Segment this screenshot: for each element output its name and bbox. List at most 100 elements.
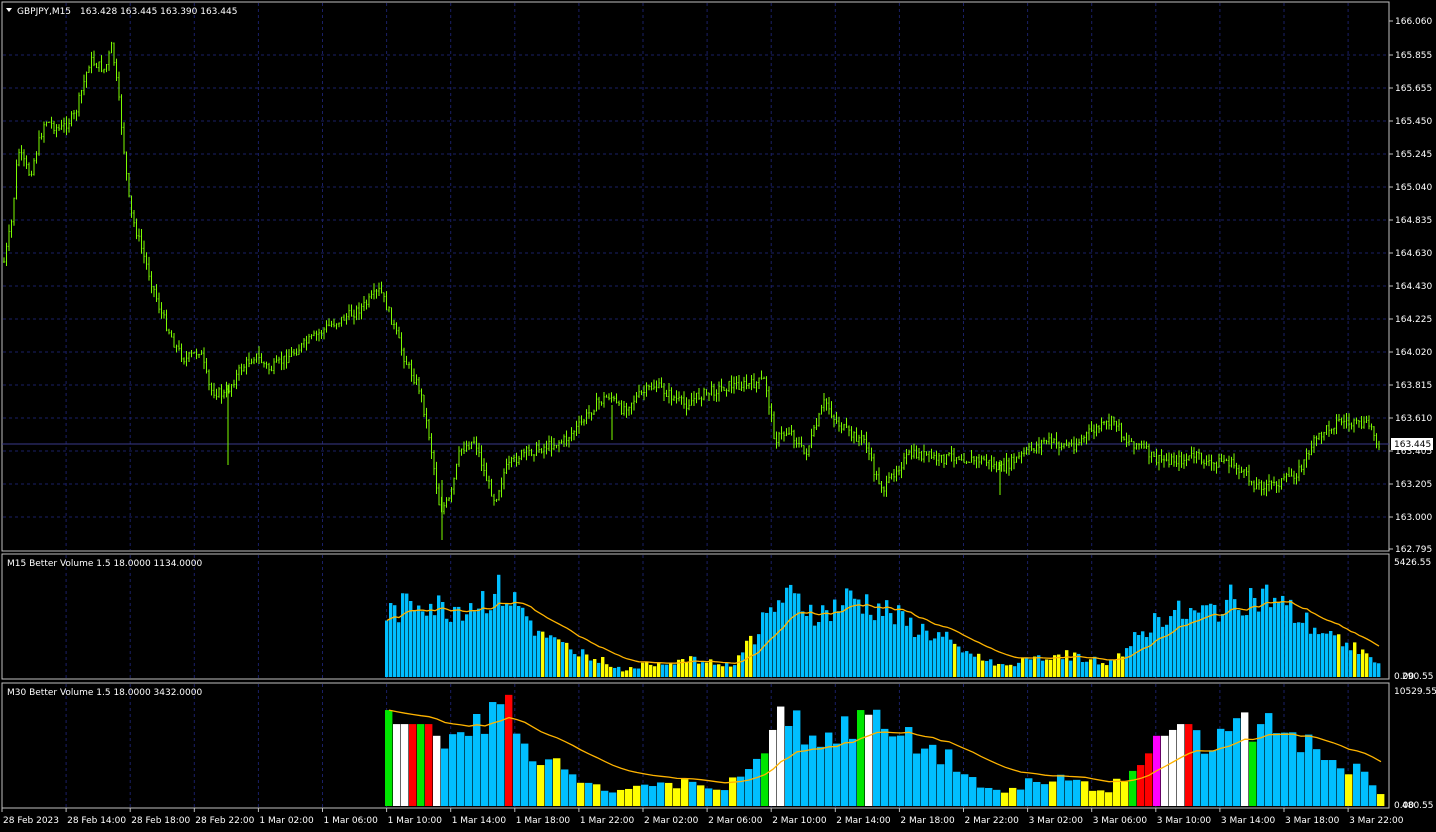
volume-bar [953,643,957,677]
volume-bar [1185,618,1189,677]
volume-bar [1273,597,1277,677]
volume-bar [969,653,973,677]
volume-bar [897,605,901,677]
volume-bar [1217,728,1225,806]
volume-bar [1273,733,1281,806]
volume-bar [425,724,433,806]
volume-bar [969,777,977,806]
price-tick-label: 164.835 [1395,216,1432,226]
volume-bar [941,636,945,677]
volume-bar [717,664,721,677]
volume-bar [469,603,473,677]
volume-bar [681,659,685,677]
symbol-label: GBPJPY,M15 [17,7,71,17]
volume-bar [385,620,389,677]
volume-bar [585,782,593,806]
volume-bar [993,665,997,677]
time-tick-label: 28 Feb 14:00 [67,816,126,826]
volume-bar [1249,741,1257,806]
volume-bar [1177,724,1185,806]
volume-bar [1193,730,1201,806]
volume-bar [577,782,585,806]
volume-bar [817,746,825,806]
volume-bar [1089,790,1097,806]
volume-bar [1269,607,1273,677]
volume-bar [1205,605,1209,677]
volume-bar [1293,622,1297,677]
m15-volume-panel[interactable]: M15 Better Volume 1.5 18.0000 1134.0000 [1,553,1390,680]
volume-bar [573,654,577,677]
terminal-canvas: GBPJPY,M15 163.428 163.445 163.390 163.4… [1,1,1436,826]
volume-bar [1297,622,1301,677]
volume-bar [929,640,933,677]
volume-bar [1033,656,1037,677]
volume-bar [777,600,781,677]
volume-bar [829,621,833,677]
volume-bar [841,605,845,677]
volume-bar [761,612,765,677]
m15-indicator-header: M15 Better Volume 1.5 18.0000 1134.0000 [7,559,202,569]
volume-bar [937,764,945,806]
volume-bar [853,598,857,677]
volume-bar [977,653,981,677]
volume-bar [793,710,801,806]
volume-bar [1113,660,1117,677]
volume-bar [817,622,821,677]
volume-bar [1305,612,1309,677]
volume-bar [1333,635,1337,677]
volume-bar [461,620,465,677]
volume-bar [945,631,949,677]
volume-bar [625,670,629,677]
volume-bar [473,611,477,677]
time-tick-label: 1 Mar 06:00 [324,816,379,826]
volume-bar [505,603,509,677]
volume-bar [1073,779,1081,806]
volume-bar [1261,588,1265,677]
main-price-chart[interactable]: GBPJPY,M15 163.428 163.445 163.390 163.4… [1,1,1390,552]
volume-bar [1061,659,1065,677]
volume-bar [693,656,697,677]
volume-bar [1169,616,1173,677]
time-tick-label: 1 Mar 10:00 [388,816,443,826]
volume-bar [1349,650,1353,677]
volume-bar [509,605,513,677]
volume-bar [557,639,561,677]
volume-bar [1165,624,1169,677]
volume-bar [1265,713,1273,806]
volume-bar [1113,778,1121,806]
volume-bar [541,631,545,677]
volume-bar [577,656,581,677]
volume-bar [873,620,877,677]
volume-bar [1337,634,1341,677]
volume-bar [785,725,793,806]
volume-bar [685,662,689,677]
volume-bar [617,789,625,806]
volume-bar [489,610,493,677]
ohlc-values: 163.428 163.445 163.390 163.445 [80,7,237,17]
volume-bar [925,630,929,677]
volume-bar [433,615,437,677]
volume-bar [1201,605,1205,677]
volume-bar [1201,753,1209,806]
volume-bar [1137,635,1141,677]
volume-bar [1341,646,1345,677]
volume-bar [629,667,633,677]
volume-bar [653,666,657,677]
volume-bar [1145,753,1153,806]
volume-bar [1041,660,1045,677]
volume-bar [465,614,469,677]
volume-bar [1345,642,1349,677]
volume-bar [921,748,929,806]
volume-bar [417,605,421,677]
volume-bar [537,630,541,677]
time-tick-label: 3 Mar 10:00 [1157,816,1212,826]
volume-bar [1085,661,1089,677]
volume-bar [833,743,841,806]
volume-bar [1029,659,1033,677]
volume-bar [1301,622,1305,677]
volume-bar [833,599,837,677]
volume-bar [697,785,705,806]
volume-bar [1181,618,1185,677]
volume-bar [513,592,517,677]
m30-volume-panel[interactable]: M30 Better Volume 1.5 18.0000 3432.0000 [1,682,1390,809]
